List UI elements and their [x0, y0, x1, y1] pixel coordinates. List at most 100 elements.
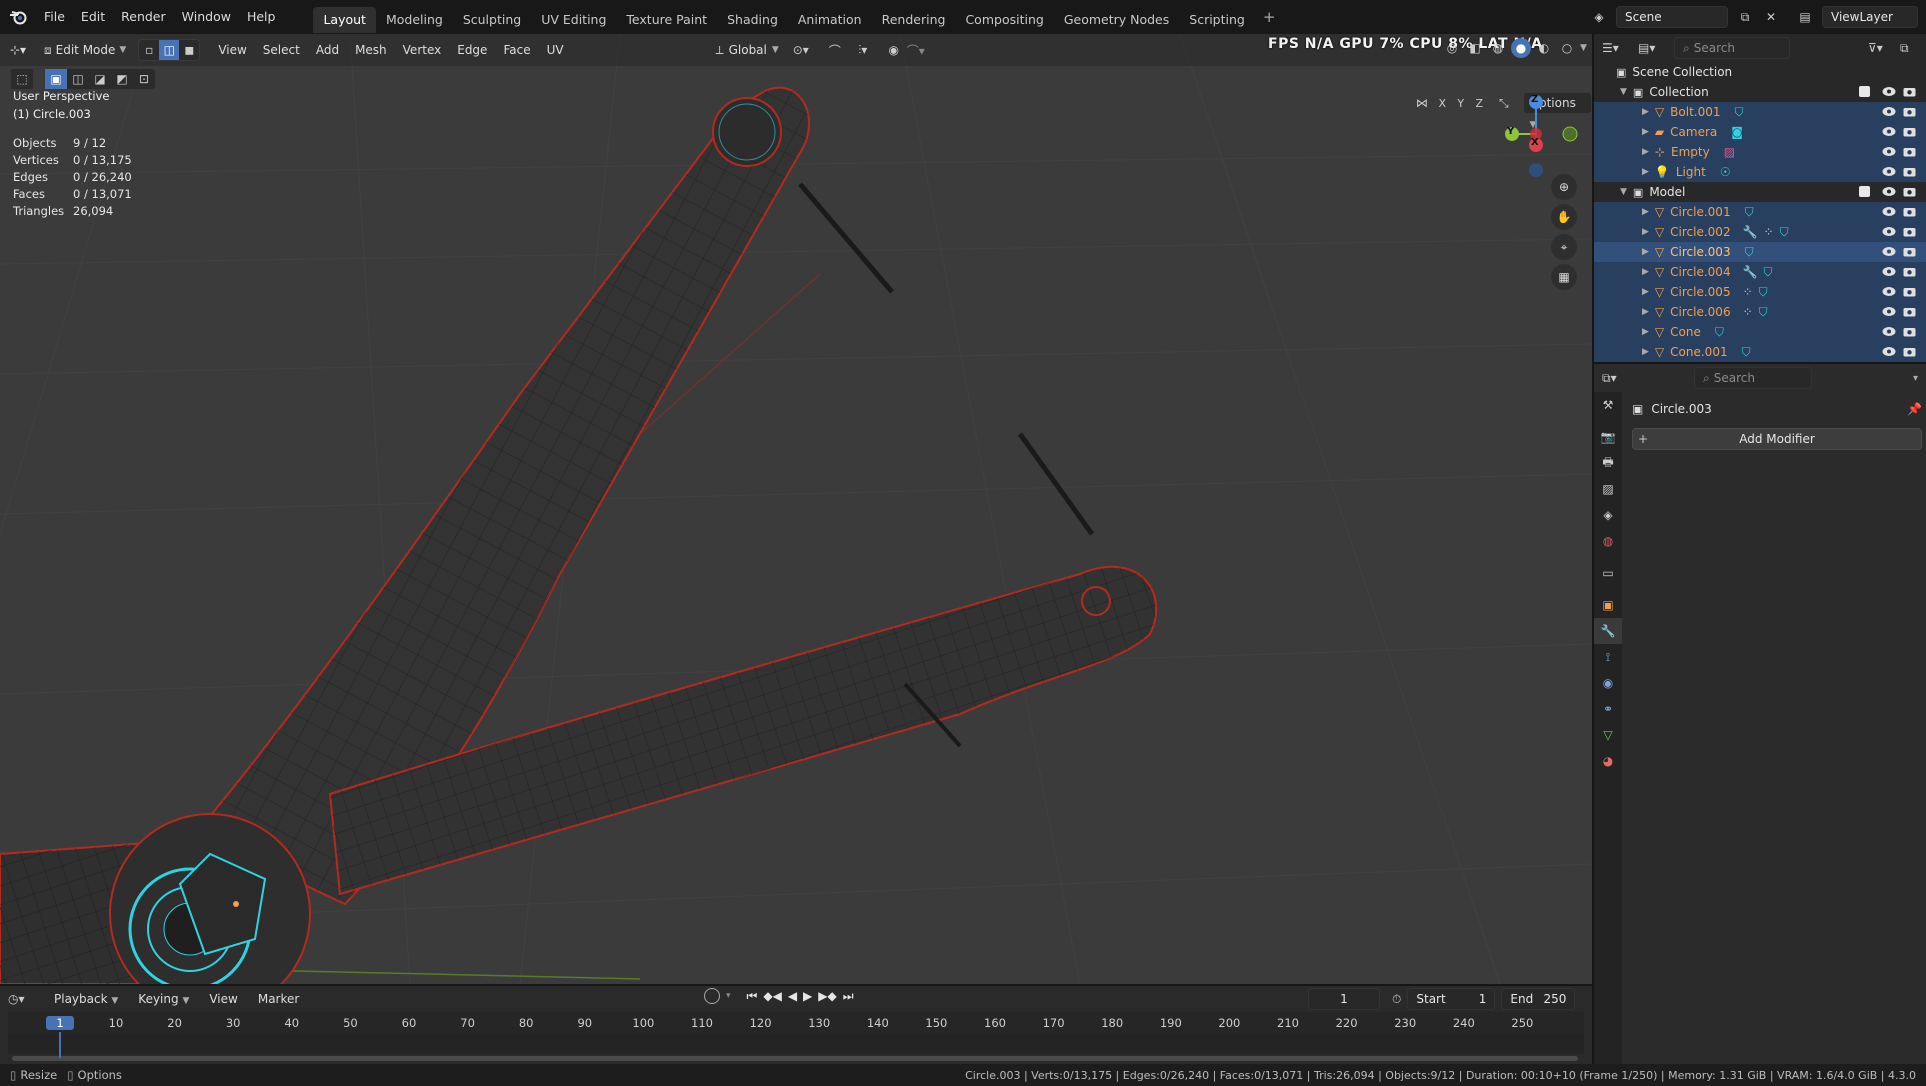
- mesh-data-icon[interactable]: ⛉: [1735, 105, 1744, 120]
- chevron-down-icon[interactable]: ▾: [726, 991, 731, 1001]
- outliner-item-circle-006[interactable]: ▶ ▽ Circle.006 ⁘ ⛉: [1594, 302, 1926, 322]
- add-modifier-button[interactable]: + Add Modifier: [1632, 428, 1922, 450]
- data-tab-icon[interactable]: ▽: [1594, 722, 1622, 748]
- vertex-group-icon[interactable]: ⁘: [1743, 305, 1753, 319]
- outliner-item-cone-001[interactable]: ▶ ▽ Cone.001 ⛉: [1594, 342, 1926, 362]
- mirror-y-button[interactable]: Y: [1453, 97, 1469, 110]
- wrench-icon[interactable]: 🔧: [1743, 265, 1758, 279]
- material-shading-icon[interactable]: ◐: [1534, 38, 1554, 58]
- solid-shading-icon[interactable]: ●: [1511, 38, 1531, 58]
- viewport-scene[interactable]: [0, 34, 1592, 984]
- chevron-right-icon[interactable]: ▶: [1642, 327, 1649, 337]
- timeline-track-area[interactable]: [8, 1034, 1584, 1054]
- select-subtract-icon[interactable]: ◪: [89, 69, 111, 89]
- workspace-tab-animation[interactable]: Animation: [788, 7, 872, 33]
- pivot-point-icon[interactable]: ⊙▾: [787, 43, 815, 57]
- render-camera-icon[interactable]: [1903, 86, 1916, 97]
- checkbox-icon[interactable]: [1859, 86, 1870, 97]
- collection-row-model[interactable]: ▼ ▣ Model: [1594, 182, 1926, 202]
- tool-tab-icon[interactable]: ⚒: [1594, 392, 1622, 418]
- render-camera-icon[interactable]: [1903, 266, 1916, 277]
- select-box-tool-icon[interactable]: ⬚: [10, 68, 34, 90]
- outliner-item-bolt-001[interactable]: ▶ ▽ Bolt.001 ⛉: [1594, 102, 1926, 122]
- workspace-tab-rendering[interactable]: Rendering: [872, 7, 956, 33]
- mesh-data-icon[interactable]: ⛉: [1759, 305, 1768, 320]
- menu-edge[interactable]: Edge: [449, 39, 495, 61]
- chevron-down-icon[interactable]: ▼: [1580, 43, 1592, 53]
- chevron-right-icon[interactable]: ▶: [1642, 207, 1649, 217]
- jump-end-icon[interactable]: ⏭: [843, 989, 854, 1004]
- render-camera-icon[interactable]: [1903, 106, 1916, 117]
- render-camera-icon[interactable]: [1903, 306, 1916, 317]
- timeline-menu-marker[interactable]: Marker: [250, 988, 307, 1010]
- workspace-tab-scripting[interactable]: Scripting: [1179, 7, 1255, 33]
- wrench-icon[interactable]: 🔧: [1743, 225, 1758, 239]
- mesh-data-icon[interactable]: ⛉: [1759, 285, 1768, 300]
- chevron-right-icon[interactable]: ▶: [1642, 147, 1649, 157]
- eye-icon[interactable]: [1882, 246, 1896, 257]
- prev-keyframe-icon[interactable]: ◆◀: [763, 989, 781, 1003]
- select-new-icon[interactable]: ▣: [45, 69, 67, 89]
- pan-hand-icon[interactable]: ✋: [1551, 204, 1577, 230]
- playhead-line[interactable]: [59, 1032, 61, 1058]
- outliner-item-circle-002[interactable]: ▶ ▽ Circle.002 🔧 ⁘ ⛉: [1594, 222, 1926, 242]
- render-camera-icon[interactable]: [1903, 326, 1916, 337]
- render-camera-icon[interactable]: [1903, 346, 1916, 357]
- xray-icon[interactable]: ◧: [1465, 38, 1485, 58]
- wireframe-shading-icon[interactable]: ◍: [1488, 38, 1508, 58]
- eye-icon[interactable]: [1882, 226, 1896, 237]
- chevron-right-icon[interactable]: ▶: [1642, 107, 1649, 117]
- chevron-right-icon[interactable]: ▶: [1642, 227, 1649, 237]
- view-layer-tab-icon[interactable]: ▨: [1594, 476, 1622, 502]
- overlay-toggle-icon[interactable]: ◎: [1442, 38, 1462, 58]
- editor-type-icon[interactable]: ⊹▾: [0, 36, 36, 64]
- eye-icon[interactable]: [1882, 86, 1896, 97]
- outliner-search-input[interactable]: ⌕ Search: [1674, 37, 1790, 59]
- end-frame-field[interactable]: End 250: [1501, 988, 1576, 1010]
- playhead-frame-label[interactable]: 1: [46, 1016, 74, 1030]
- outliner-item-circle-003[interactable]: ▶ ▽ Circle.003 ⛉: [1594, 242, 1926, 262]
- mesh-data-icon[interactable]: ⛉: [1780, 225, 1789, 240]
- object-tab-icon[interactable]: ▣: [1594, 592, 1622, 618]
- chevron-down-icon[interactable]: ▼: [1620, 87, 1627, 97]
- edge-select-icon[interactable]: ◫: [159, 40, 180, 60]
- chevron-right-icon[interactable]: ▶: [1642, 347, 1649, 357]
- render-camera-icon[interactable]: [1903, 226, 1916, 237]
- mirror-z-button[interactable]: Z: [1472, 97, 1488, 110]
- workspace-tab-sculpting[interactable]: Sculpting: [453, 7, 531, 33]
- menu-vertex[interactable]: Vertex: [395, 39, 450, 61]
- workspace-tab-uv-editing[interactable]: UV Editing: [531, 7, 616, 33]
- menu-add[interactable]: Add: [308, 39, 347, 61]
- timeline-menu-keying[interactable]: Keying ▼: [130, 988, 197, 1010]
- falloff-icon[interactable]: ⌒▾: [905, 42, 927, 59]
- chevron-right-icon[interactable]: ▶: [1642, 247, 1649, 257]
- outliner-item-circle-005[interactable]: ▶ ▽ Circle.005 ⁘ ⛉: [1594, 282, 1926, 302]
- timeline-menu-playback[interactable]: Playback ▼: [46, 988, 126, 1010]
- eye-icon[interactable]: [1882, 186, 1896, 197]
- play-reverse-icon[interactable]: ◀: [788, 989, 797, 1003]
- mirror-icon[interactable]: ⋈: [1412, 96, 1431, 110]
- eye-icon[interactable]: [1882, 266, 1896, 277]
- menu-edit[interactable]: Edit: [73, 0, 113, 34]
- render-camera-icon[interactable]: [1903, 166, 1916, 177]
- eye-icon[interactable]: [1882, 286, 1896, 297]
- snap-icon[interactable]: ⌒: [821, 42, 849, 59]
- eye-icon[interactable]: [1882, 206, 1896, 217]
- view-layer-icon[interactable]: ▤: [1794, 6, 1816, 28]
- image-data-icon[interactable]: ▨: [1724, 145, 1735, 159]
- new-scene-icon[interactable]: ⧉: [1734, 6, 1756, 28]
- play-icon[interactable]: ▶: [803, 989, 812, 1003]
- menu-mesh[interactable]: Mesh: [347, 39, 395, 61]
- editor-type-icon[interactable]: ◷▾: [8, 992, 42, 1006]
- 3d-viewport[interactable]: ⊹▾ ⧈ Edit Mode ▼ ▫ ◫ ◼ View Select Add M…: [0, 34, 1592, 984]
- render-camera-icon[interactable]: [1903, 206, 1916, 217]
- workspace-tab-geometry-nodes[interactable]: Geometry Nodes: [1054, 7, 1179, 33]
- editor-type-icon[interactable]: ⧉▾: [1602, 371, 1632, 386]
- render-tab-icon[interactable]: 📷: [1594, 424, 1622, 450]
- transform-orientation-selector[interactable]: ⟂ Global ▼: [708, 39, 787, 61]
- scene-tab-icon[interactable]: ◈: [1594, 502, 1622, 528]
- output-tab-icon[interactable]: 🖶: [1594, 450, 1622, 476]
- outliner-item-camera[interactable]: ▶ ▰ Camera ◙: [1594, 122, 1926, 142]
- scene-selector[interactable]: Scene: [1616, 6, 1728, 28]
- mesh-data-icon[interactable]: ⛉: [1742, 345, 1751, 360]
